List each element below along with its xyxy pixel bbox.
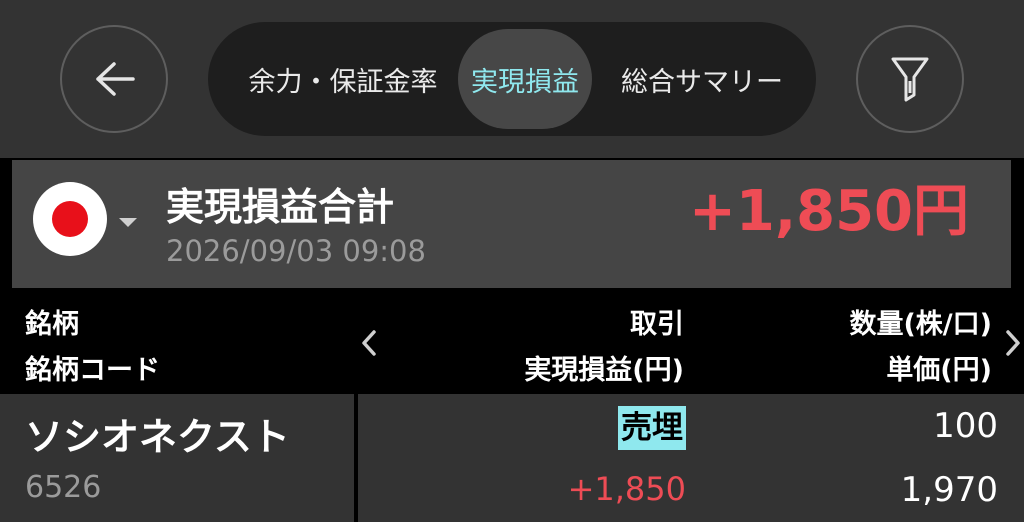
trade-type-badge: 売埋 bbox=[618, 406, 686, 450]
column-header-code: 銘柄コード bbox=[25, 355, 160, 386]
flag-red-circle bbox=[52, 201, 88, 237]
summary-panel: 実現損益合計 2026/09/03 09:08 +1,850円 bbox=[12, 160, 1011, 288]
realized-pl-value: +1,850 bbox=[567, 470, 686, 508]
chevron-down-icon[interactable] bbox=[119, 218, 137, 227]
tab-bar: 余力・保証金率 実現損益 総合サマリー bbox=[208, 22, 816, 136]
column-header-realized-pl: 実現損益(円) bbox=[524, 355, 684, 386]
tab-realized-pl[interactable]: 実現損益 bbox=[458, 22, 592, 136]
chevron-right-icon[interactable] bbox=[1002, 328, 1024, 358]
japan-flag-icon[interactable] bbox=[33, 182, 107, 256]
table-row-name-cell[interactable]: ソシオネクスト 6526 bbox=[0, 394, 354, 522]
back-button[interactable] bbox=[60, 25, 168, 133]
filter-icon bbox=[891, 57, 929, 102]
summary-date: 2026/09/03 09:08 bbox=[166, 234, 426, 268]
chevron-left-icon[interactable] bbox=[358, 328, 380, 358]
tab-margin-label: 余力・保証金率 bbox=[248, 66, 438, 98]
column-header-name: 銘柄 bbox=[25, 309, 79, 340]
tab-realized-pl-label: 実現損益 bbox=[471, 66, 579, 98]
unit-price-value: 1,970 bbox=[900, 470, 998, 510]
summary-title: 実現損益合計 bbox=[166, 185, 395, 229]
table-row-detail-cell[interactable]: 売埋 +1,850 100 1,970 bbox=[358, 394, 1024, 522]
column-header-quantity: 数量(株/口) bbox=[849, 309, 992, 340]
filter-button[interactable] bbox=[856, 25, 964, 133]
column-headers: 銘柄 銘柄コード 取引 実現損益(円) 数量(株/口) 単価(円) bbox=[0, 288, 1024, 392]
top-bar: 余力・保証金率 実現損益 総合サマリー bbox=[0, 0, 1024, 158]
column-header-unit-price: 単価(円) bbox=[886, 355, 992, 386]
summary-total: +1,850円 bbox=[688, 179, 969, 244]
tab-summary[interactable]: 総合サマリー bbox=[602, 22, 816, 136]
stock-name: ソシオネクスト bbox=[25, 415, 290, 459]
quantity-value: 100 bbox=[933, 406, 998, 446]
tab-margin[interactable]: 余力・保証金率 bbox=[208, 22, 456, 136]
tab-summary-label: 総合サマリー bbox=[621, 66, 783, 98]
arrow-left-icon bbox=[96, 62, 135, 96]
stock-code: 6526 bbox=[25, 470, 102, 505]
column-header-trade: 取引 bbox=[630, 309, 684, 340]
